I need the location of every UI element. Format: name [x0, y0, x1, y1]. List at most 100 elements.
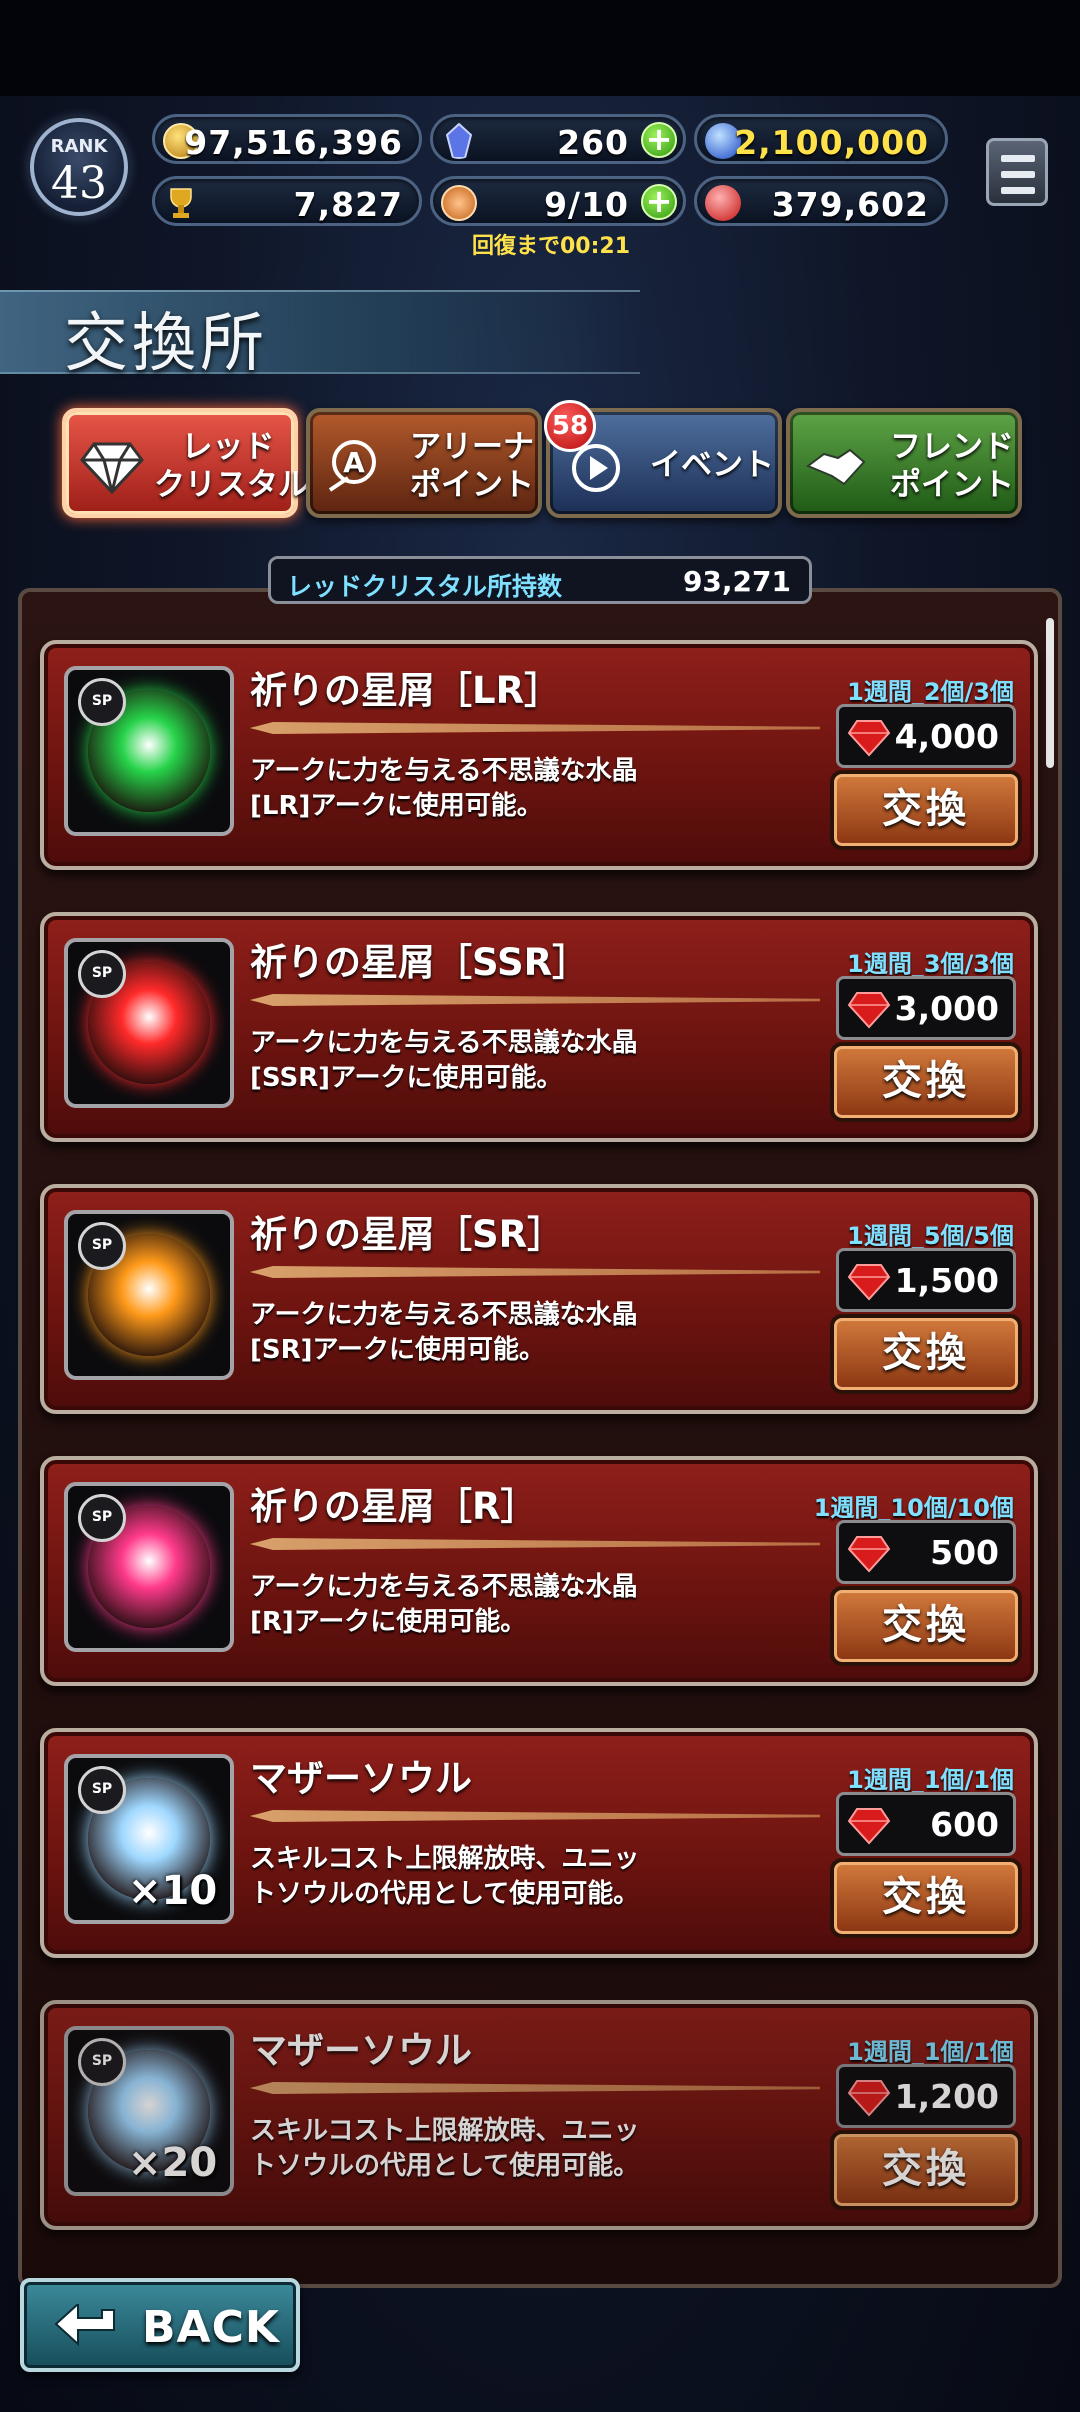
item-name: マザーソウル [250, 1757, 472, 1800]
item-name: 祈りの星屑［LR］ [250, 669, 562, 712]
item-description: アークに力を与える不思議な水晶 [SR]アークに使用可能。 [250, 1300, 638, 1365]
item-divider-arrow [250, 722, 820, 734]
list-scrollbar[interactable] [1046, 618, 1054, 768]
item-weekly-limit: 1週間_3個/3個 [847, 950, 1014, 978]
tab-arena-point-label: アリーナ ポイント [410, 429, 534, 503]
tab-friend-point[interactable]: フレンド ポイント [786, 408, 1022, 518]
exchange-button[interactable]: 交換 [830, 770, 1022, 850]
red-orb-icon [705, 185, 741, 221]
item-description: アークに力を与える不思議な水晶 [R]アークに使用可能。 [250, 1572, 638, 1637]
gold-counter: 97,516,396 [152, 114, 422, 164]
item-divider-arrow [250, 994, 820, 1006]
item-description: スキルコスト上限解放時、ユニッ トソウルの代用として使用可能。 [250, 2116, 640, 2181]
exchange-item: SP 祈りの星屑［SSR］ アークに力を与える不思議な水晶 [SSR]アークに使… [40, 912, 1038, 1142]
trophy-value: 7,827 [293, 185, 403, 224]
red-gem-icon [847, 1536, 891, 1573]
arena-icon: A [328, 440, 376, 492]
exchange-item: SP 祈りの星屑［SR］ アークに力を与える不思議な水晶 [SR]アークに使用可… [40, 1184, 1038, 1414]
item-divider-arrow [250, 1266, 820, 1278]
rank-badge: RANK 43 [30, 118, 128, 216]
status-bar [0, 0, 1080, 96]
rank-label: RANK [50, 136, 108, 157]
item-price-value: 4,000 [894, 717, 999, 756]
item-divider-arrow [250, 1810, 820, 1822]
stamina-value: 9/10 [544, 185, 629, 224]
item-weekly-limit: 1週間_10個/10個 [813, 1494, 1014, 1522]
tab-arena-point[interactable]: A アリーナ ポイント [306, 408, 542, 518]
red-gem-icon [847, 720, 891, 757]
sp-badge-icon: SP [78, 1494, 126, 1542]
exchange-button[interactable]: 交換 [830, 1858, 1022, 1938]
red-gem-icon [847, 992, 891, 1029]
item-name: 祈りの星屑［R］ [250, 1485, 538, 1528]
sp-badge-icon: SP [78, 950, 126, 998]
back-button[interactable]: BACK [20, 2278, 300, 2372]
item-price-value: 1,500 [894, 1261, 999, 1300]
item-weekly-limit: 1週間_1個/1個 [847, 1766, 1014, 1794]
event-notification-badge: 58 [544, 400, 596, 452]
item-price: 4,000 [836, 704, 1016, 768]
item-price: 600 [836, 1792, 1016, 1856]
exchange-item: SP ×10 マザーソウル スキルコスト上限解放時、ユニッ トソウルの代用として… [40, 1728, 1038, 1958]
exchange-button[interactable]: 交換 [830, 1314, 1022, 1394]
blue-points-counter: 2,100,000 [694, 114, 948, 164]
crystal-icon [445, 123, 473, 159]
holdings-label: レッドクリスタル所持数 [287, 572, 563, 601]
back-label: BACK [142, 2302, 280, 2353]
trophy-icon [170, 188, 192, 218]
exchange-item: SP ×20 マザーソウル スキルコスト上限解放時、ユニッ トソウルの代用として… [40, 2000, 1038, 2230]
tab-event-label: イベント [650, 447, 774, 483]
item-weekly-limit: 1週間_5個/5個 [847, 1222, 1014, 1250]
holdings-value: 93,271 [682, 565, 791, 598]
item-icon: SP [64, 1210, 234, 1380]
holdings-bar: レッドクリスタル所持数 93,271 [268, 556, 812, 604]
exchange-item: SP 祈りの星屑［LR］ アークに力を与える不思議な水晶 [LR]アークに使用可… [40, 640, 1038, 870]
item-price-value: 600 [930, 1805, 999, 1844]
item-name: マザーソウル [250, 2029, 472, 2072]
menu-icon [1001, 155, 1035, 162]
exchange-item: SP 祈りの星屑［R］ アークに力を与える不思議な水晶 [R]アークに使用可能。… [40, 1456, 1038, 1686]
item-icon: SP [64, 1482, 234, 1652]
stamina-icon [441, 185, 477, 221]
item-weekly-limit: 1週間_1個/1個 [847, 2038, 1014, 2066]
blue-points-value: 2,100,000 [734, 123, 929, 162]
item-price-value: 1,200 [894, 2077, 999, 2116]
item-description: アークに力を与える不思議な水晶 [LR]アークに使用可能。 [250, 756, 638, 821]
svg-text:A: A [343, 446, 365, 479]
item-name: 祈りの星屑［SR］ [250, 1213, 565, 1256]
red-points-value: 379,602 [771, 185, 929, 224]
item-price: 500 [836, 1520, 1016, 1584]
item-description: スキルコスト上限解放時、ユニッ トソウルの代用として使用可能。 [250, 1844, 640, 1909]
handshake-icon [806, 448, 866, 486]
back-arrow-icon [54, 2304, 115, 2347]
sp-badge-icon: SP [78, 2038, 126, 2086]
item-price: 3,000 [836, 976, 1016, 1040]
exchange-button[interactable]: 交換 [830, 1586, 1022, 1666]
tab-red-crystal-label: レッド クリスタル [154, 429, 309, 503]
page-title: 交換所 [64, 307, 268, 381]
menu-button[interactable] [986, 138, 1048, 206]
item-price-value: 3,000 [894, 989, 999, 1028]
red-points-counter: 379,602 [694, 176, 948, 226]
gold-value: 97,516,396 [184, 123, 403, 162]
exchange-button[interactable]: 交換 [830, 1042, 1022, 1122]
red-gem-icon [847, 2080, 891, 2117]
crystal-value: 260 [557, 123, 629, 162]
add-crystal-button[interactable]: + [641, 122, 677, 158]
item-quantity: ×10 [128, 1868, 218, 1914]
item-price: 1,500 [836, 1248, 1016, 1312]
sp-badge-icon: SP [78, 1766, 126, 1814]
trophy-counter: 7,827 [152, 176, 422, 226]
stamina-counter: 9/10 + [430, 176, 686, 226]
exchange-button[interactable]: 交換 [830, 2130, 1022, 2210]
item-icon: SP [64, 666, 234, 836]
add-stamina-button[interactable]: + [641, 184, 677, 220]
recovery-timer: 回復まで00:21 [472, 234, 631, 259]
tab-red-crystal[interactable]: レッド クリスタル [62, 408, 309, 518]
item-divider-arrow [250, 1538, 820, 1550]
item-name: 祈りの星屑［SSR］ [250, 941, 590, 984]
item-price-value: 500 [930, 1533, 999, 1572]
item-icon: SP ×10 [64, 1754, 234, 1924]
red-crystal-icon [80, 442, 144, 495]
item-icon: SP ×20 [64, 2026, 234, 2196]
